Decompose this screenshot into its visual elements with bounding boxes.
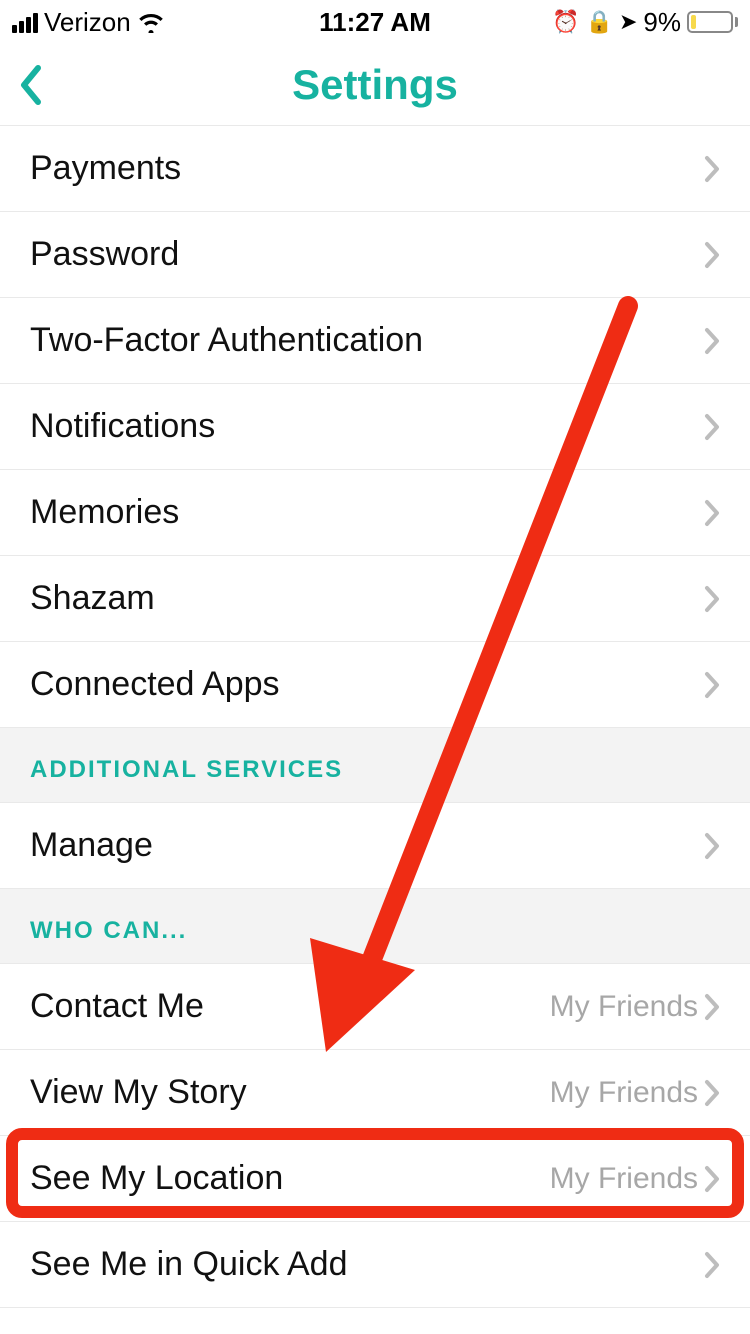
- row-label: See Me in Quick Add: [30, 1245, 348, 1284]
- settings-row-contact-me[interactable]: Contact Me My Friends: [0, 964, 750, 1050]
- settings-row-password[interactable]: Password: [0, 212, 750, 298]
- page-title: Settings: [292, 61, 458, 109]
- chevron-right-icon: [704, 327, 720, 355]
- row-trail: My Friends: [550, 1076, 720, 1110]
- row-label: Contact Me: [30, 987, 204, 1026]
- status-right: ⏰ 🔒 ➤ 9%: [552, 7, 738, 38]
- row-value: My Friends: [550, 1162, 698, 1196]
- row-trail: [704, 1251, 720, 1279]
- chevron-right-icon: [704, 671, 720, 699]
- alarm-icon: ⏰: [552, 11, 579, 33]
- chevron-left-icon: [18, 64, 46, 106]
- settings-row-view-story[interactable]: View My Story My Friends: [0, 1050, 750, 1136]
- row-label: Manage: [30, 826, 153, 865]
- row-label: Two-Factor Authentication: [30, 321, 423, 360]
- battery-percent: 9%: [643, 7, 681, 38]
- chevron-right-icon: [704, 413, 720, 441]
- location-icon: ➤: [619, 11, 637, 33]
- row-label: View My Story: [30, 1073, 247, 1112]
- settings-row-notifications[interactable]: Notifications: [0, 384, 750, 470]
- row-label: Memories: [30, 493, 179, 532]
- carrier-label: Verizon: [44, 7, 131, 38]
- chevron-right-icon: [704, 499, 720, 527]
- chevron-right-icon: [704, 993, 720, 1021]
- settings-row-two-factor[interactable]: Two-Factor Authentication: [0, 298, 750, 384]
- row-value: My Friends: [550, 1076, 698, 1110]
- row-label: Shazam: [30, 579, 155, 618]
- chevron-right-icon: [704, 241, 720, 269]
- signal-bars-icon: [12, 11, 38, 33]
- orientation-lock-icon: 🔒: [586, 11, 613, 33]
- chevron-right-icon: [704, 1251, 720, 1279]
- row-trail: [704, 832, 720, 860]
- back-button[interactable]: [18, 44, 46, 125]
- chevron-right-icon: [704, 585, 720, 613]
- chevron-right-icon: [704, 832, 720, 860]
- row-trail: [704, 499, 720, 527]
- row-trail: [704, 241, 720, 269]
- settings-row-shazam[interactable]: Shazam: [0, 556, 750, 642]
- wifi-icon: [137, 11, 165, 33]
- row-trail: [704, 413, 720, 441]
- row-label: See My Location: [30, 1159, 283, 1198]
- section-header-sec2: WHO CAN...: [0, 889, 750, 964]
- nav-header: Settings: [0, 44, 750, 126]
- settings-row-payments[interactable]: Payments: [0, 126, 750, 212]
- status-bar: Verizon 11:27 AM ⏰ 🔒 ➤ 9%: [0, 0, 750, 44]
- settings-row-quick-add[interactable]: See Me in Quick Add: [0, 1222, 750, 1308]
- row-trail: [704, 585, 720, 613]
- settings-row-memories[interactable]: Memories: [0, 470, 750, 556]
- row-trail: [704, 155, 720, 183]
- row-label: Notifications: [30, 407, 215, 446]
- row-label: Connected Apps: [30, 665, 280, 704]
- row-label: Payments: [30, 149, 181, 188]
- settings-row-see-location[interactable]: See My Location My Friends: [0, 1136, 750, 1222]
- chevron-right-icon: [704, 1165, 720, 1193]
- settings-list: Payments Password Two-Factor Authenticatio…: [0, 126, 750, 1308]
- row-label: Password: [30, 235, 179, 274]
- row-trail: My Friends: [550, 990, 720, 1024]
- row-trail: My Friends: [550, 1162, 720, 1196]
- status-left: Verizon: [12, 7, 165, 38]
- settings-row-connected[interactable]: Connected Apps: [0, 642, 750, 728]
- row-trail: [704, 327, 720, 355]
- chevron-right-icon: [704, 155, 720, 183]
- row-trail: [704, 671, 720, 699]
- battery-icon: [687, 11, 738, 33]
- row-value: My Friends: [550, 990, 698, 1024]
- settings-row-manage[interactable]: Manage: [0, 803, 750, 889]
- chevron-right-icon: [704, 1079, 720, 1107]
- section-header-sec1: ADDITIONAL SERVICES: [0, 728, 750, 803]
